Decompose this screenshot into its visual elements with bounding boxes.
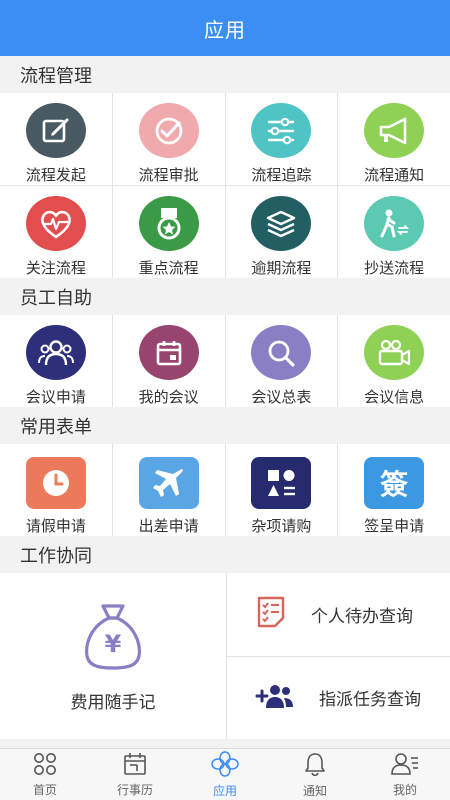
process-grid: 流程发起 流程审批 流程追踪 流程通知 关注流程 重点流程 逾期流程 抄送流程 <box>0 93 450 278</box>
app-label: 抄送流程 <box>364 259 425 277</box>
expense-quick-note[interactable]: ¥ 费用随手记 <box>0 573 226 739</box>
section-title-self-service: 员工自助 <box>0 278 450 315</box>
app-label: 逾期流程 <box>251 259 312 277</box>
app-label: 签呈申请 <box>364 517 425 535</box>
tab-calendar[interactable]: 行事历 <box>90 749 180 800</box>
airplane-icon <box>138 457 199 509</box>
heart-pulse-icon <box>25 196 86 251</box>
app-meeting-info[interactable]: 会议信息 <box>338 315 450 407</box>
app-travel-request[interactable]: 出差申请 <box>112 444 225 536</box>
home-grid-icon <box>32 752 58 779</box>
app-misc-purchase[interactable]: 杂项请购 <box>225 444 338 536</box>
section-title-collab: 工作协同 <box>0 536 450 573</box>
money-bag-icon: ¥ <box>77 600 149 672</box>
people-icon <box>25 325 86 380</box>
app-flow-start[interactable]: 流程发起 <box>0 93 112 185</box>
app-meeting-apply[interactable]: 会议申请 <box>0 315 112 407</box>
tab-label: 我的 <box>392 782 417 797</box>
forms-grid: 请假申请 出差申请 杂项请购 簽 签呈申请 <box>0 444 450 536</box>
calendar-icon <box>138 325 199 380</box>
self-service-grid: 会议申请 我的会议 会议总表 会议信息 <box>0 315 450 407</box>
tab-label: 行事历 <box>116 782 153 797</box>
app-label: 会议信息 <box>364 388 425 406</box>
assign-task-query[interactable]: 指派任务查询 <box>227 656 450 739</box>
medal-icon <box>138 196 199 251</box>
app-label: 关注流程 <box>25 259 86 277</box>
tab-apps[interactable]: 应用 <box>180 749 270 800</box>
app-flow-follow[interactable]: 关注流程 <box>0 186 112 278</box>
app-flow-cc[interactable]: 抄送流程 <box>338 186 450 278</box>
app-label: 杂项请购 <box>251 517 312 535</box>
tab-notifications[interactable]: 通知 <box>270 749 360 800</box>
todo-query-label: 个人待办查询 <box>311 606 413 627</box>
collab-panel: ¥ 费用随手记 个人待办查询 指派任务查询 <box>0 573 450 739</box>
app-label: 会议总表 <box>251 388 312 406</box>
magnifier-icon <box>251 325 312 380</box>
app-label: 流程发起 <box>25 166 86 184</box>
tab-label: 首页 <box>32 782 57 797</box>
app-label: 流程追踪 <box>251 166 312 184</box>
bell-icon <box>303 751 327 780</box>
app-label: 请假申请 <box>25 517 86 535</box>
tab-home[interactable]: 首页 <box>0 749 90 800</box>
walker-icon <box>364 196 425 251</box>
profile-icon <box>391 752 419 779</box>
app-label: 流程审批 <box>138 166 199 184</box>
sign-character-icon: 簽 <box>364 457 425 509</box>
app-label: 流程通知 <box>364 166 425 184</box>
section-title-forms: 常用表单 <box>0 407 450 444</box>
tab-label: 通知 <box>302 783 327 798</box>
approve-check-icon <box>138 103 199 158</box>
edit-icon <box>25 103 86 158</box>
app-label: 重点流程 <box>138 259 199 277</box>
app-my-meetings[interactable]: 我的会议 <box>112 315 225 407</box>
app-label: 会议申请 <box>25 388 86 406</box>
tab-label: 应用 <box>212 783 237 798</box>
shapes-icon <box>251 457 312 509</box>
tab-profile[interactable]: 我的 <box>360 749 450 800</box>
app-label: 出差申请 <box>138 517 199 535</box>
page-title: 应用 <box>204 17 246 42</box>
app-header: 应用 <box>0 0 450 56</box>
collab-list: 个人待办查询 指派任务查询 <box>227 573 450 739</box>
video-camera-icon <box>364 325 425 380</box>
todo-query[interactable]: 个人待办查询 <box>227 573 450 656</box>
layers-icon <box>251 196 312 251</box>
app-label: 我的会议 <box>138 388 199 406</box>
checklist-icon <box>255 594 287 634</box>
app-sign-request[interactable]: 簽 签呈申请 <box>338 444 450 536</box>
app-flow-notify[interactable]: 流程通知 <box>338 93 450 185</box>
assign-task-label: 指派任务查询 <box>319 690 421 711</box>
section-title-process: 流程管理 <box>0 56 450 93</box>
apps-flower-icon <box>211 750 239 780</box>
bottom-tab-bar: 首页 行事历 应用 通知 我的 <box>0 748 450 800</box>
calendar-tab-icon <box>122 752 148 779</box>
app-meeting-summary[interactable]: 会议总表 <box>225 315 338 407</box>
app-flow-approve[interactable]: 流程审批 <box>112 93 225 185</box>
sliders-icon <box>251 103 312 158</box>
currency-symbol: ¥ <box>104 629 122 658</box>
clock-icon <box>25 457 86 509</box>
app-leave-request[interactable]: 请假申请 <box>0 444 112 536</box>
app-flow-overdue[interactable]: 逾期流程 <box>225 186 338 278</box>
add-people-icon <box>255 682 295 714</box>
sign-glyph: 簽 <box>380 468 409 501</box>
megaphone-icon <box>364 103 425 158</box>
expense-label: 费用随手记 <box>70 692 156 713</box>
app-flow-track[interactable]: 流程追踪 <box>225 93 338 185</box>
app-flow-key[interactable]: 重点流程 <box>112 186 225 278</box>
